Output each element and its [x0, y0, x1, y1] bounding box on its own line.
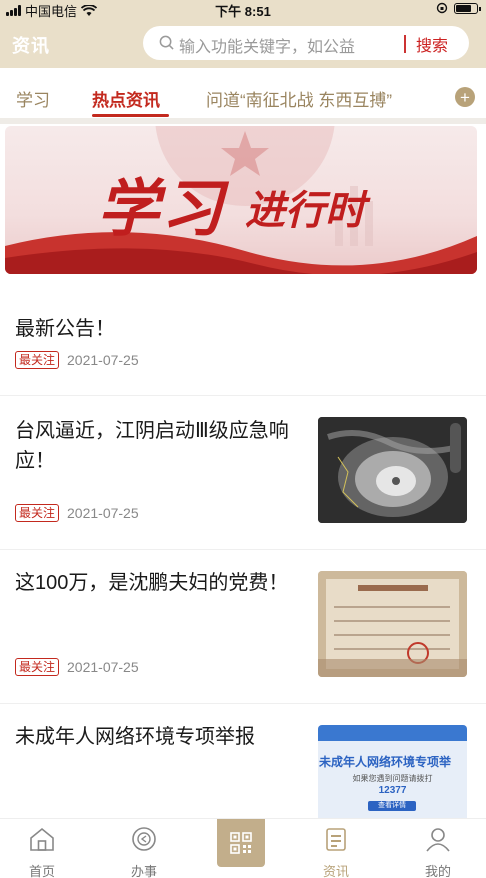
- banner-decoration: [5, 126, 477, 274]
- receipt-image: [318, 571, 467, 677]
- tab-hot-news[interactable]: 热点资讯: [92, 86, 160, 111]
- search-box[interactable]: 输入功能关键字，如公益 搜索: [143, 26, 469, 60]
- active-tab-indicator: [92, 114, 169, 117]
- tabbar-label: 资讯: [322, 864, 349, 878]
- news-item[interactable]: 台风逼近，江阴启动Ⅲ级应急响应！ 最关注 2021-07-25: [0, 396, 486, 550]
- news-tag: 最关注: [15, 351, 60, 369]
- news-item[interactable]: 这100万，是沈鹏夫妇的党费！ 最关注 2021-07-25: [0, 550, 486, 704]
- tabbar-home[interactable]: 首页: [2, 819, 82, 878]
- news-item[interactable]: 最新公告！ 最关注 2021-07-25: [0, 296, 486, 396]
- user-icon: [426, 828, 450, 852]
- thumb-headline: 未成年人网络环境专项举: [319, 755, 452, 769]
- divider: [0, 118, 486, 124]
- tab-study[interactable]: 学习: [16, 86, 50, 111]
- banner[interactable]: 学习 进行时: [5, 126, 477, 274]
- news-meta: 最关注 2021-07-25: [15, 504, 139, 522]
- news-date: 2021-07-25: [67, 505, 139, 521]
- tabbar-mine[interactable]: 我的: [398, 819, 478, 878]
- typhoon-thumbnail: [318, 417, 467, 523]
- news-icon: [326, 828, 346, 851]
- qrcode-icon: [230, 832, 252, 854]
- tabbar-service[interactable]: 办事: [104, 819, 184, 878]
- bottom-tab-bar: 首页 办事 资讯 我的: [0, 818, 486, 878]
- category-tabs: 学习 热点资讯 问道“南征北战 东西互搏” +: [0, 72, 486, 118]
- news-title: 台风逼近，江阴启动Ⅲ级应急响应！: [15, 420, 289, 472]
- news-title: 这100万，是沈鹏夫妇的党费！: [15, 572, 289, 594]
- tabbar-label: 首页: [28, 864, 55, 878]
- battery-icon: [454, 2, 481, 14]
- page-title: 资讯: [12, 36, 50, 56]
- news-item[interactable]: 未成年人网络环境专项举报 未成年人网络环境专项举 如果您遇到问题请拨打 1237…: [0, 704, 486, 818]
- thumb-button: 查看详情: [368, 801, 416, 811]
- banner-title: 学习: [97, 172, 226, 245]
- thumb-line: 如果您遇到问题请拨打: [352, 774, 433, 783]
- news-meta: 最关注 2021-07-25: [15, 351, 139, 369]
- news-date: 2021-07-25: [67, 352, 139, 368]
- status-bar: 中国电信 下午 8:51: [0, 0, 486, 19]
- home-icon: [30, 827, 54, 851]
- banner-subtitle: 进行时: [245, 189, 365, 233]
- news-meta: 最关注 2021-07-25: [15, 658, 139, 676]
- search-icon: [159, 35, 174, 50]
- orientation-lock-icon: [436, 2, 448, 14]
- search-input[interactable]: 输入功能关键字，如公益: [179, 33, 399, 57]
- add-tab-button[interactable]: +: [455, 87, 475, 107]
- tab-wendao[interactable]: 问道“南征北战 东西互搏”: [206, 86, 392, 111]
- typhoon-image: [318, 417, 467, 523]
- tabbar-qrcode[interactable]: [217, 819, 265, 867]
- tabbar-label: 我的: [424, 864, 451, 878]
- receipt-thumbnail: [318, 571, 467, 677]
- news-tag: 最关注: [15, 658, 60, 676]
- service-icon: [132, 827, 156, 851]
- news-date: 2021-07-25: [67, 659, 139, 675]
- report-thumbnail: 未成年人网络环境专项举 如果您遇到问题请拨打 12377 查看详情: [318, 725, 467, 818]
- status-right: [436, 2, 481, 14]
- search-button[interactable]: 搜索: [416, 32, 448, 56]
- news-title: 未成年人网络环境专项举报: [15, 726, 255, 748]
- thumb-top-bar: [318, 725, 467, 741]
- tabbar-news[interactable]: 资讯: [296, 819, 376, 878]
- search-divider: [404, 35, 406, 53]
- app-header: 资讯 输入功能关键字，如公益 搜索: [0, 18, 486, 68]
- plus-icon: +: [460, 87, 470, 107]
- news-tag: 最关注: [15, 504, 60, 522]
- thumb-phone: 12377: [378, 785, 407, 796]
- tabbar-label: 办事: [130, 864, 157, 878]
- news-title: 最新公告！: [15, 318, 115, 340]
